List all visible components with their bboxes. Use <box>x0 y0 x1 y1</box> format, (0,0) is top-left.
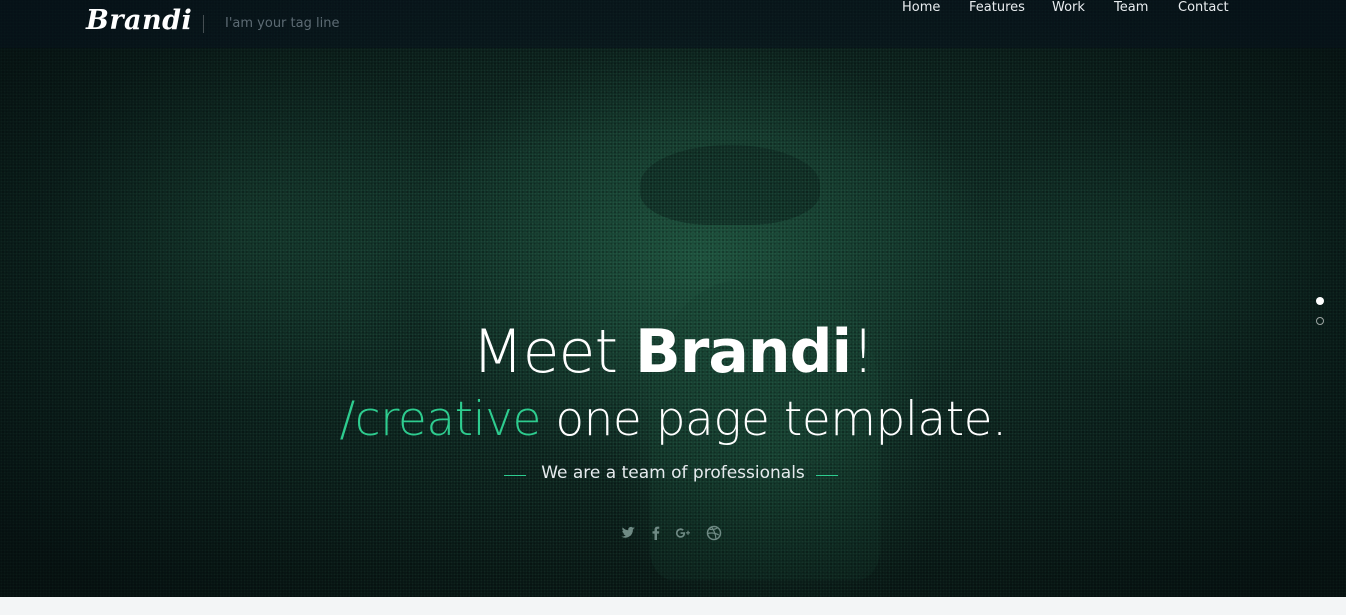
subhead-accent: /creative <box>339 392 541 447</box>
facebook-icon[interactable] <box>647 524 665 542</box>
hero-headline: Meet Brandi! <box>0 314 1346 390</box>
nav-features[interactable]: Features <box>969 0 1025 15</box>
logo-divider <box>203 15 204 33</box>
nav-work[interactable]: Work <box>1052 0 1085 15</box>
top-navbar: Brandi I'am your tag line Home Features … <box>0 0 1346 48</box>
right-accent-dash <box>816 475 838 476</box>
hero-section: Brandi I'am your tag line Home Features … <box>0 0 1346 597</box>
nav-team[interactable]: Team <box>1114 0 1148 15</box>
hero-subheadline: /creative one page template. <box>0 390 1346 450</box>
slide-dot-2[interactable] <box>1316 317 1324 325</box>
dribbble-icon[interactable] <box>705 524 723 542</box>
google-plus-icon[interactable] <box>674 524 692 542</box>
background-vignette <box>0 0 1346 597</box>
tagline: I'am your tag line <box>225 16 340 31</box>
brand-logo[interactable]: Brandi <box>86 5 192 36</box>
headline-suffix: ! <box>851 317 875 387</box>
social-links <box>0 524 1346 544</box>
subhead-rest: one page template. <box>540 392 1007 447</box>
nav-contact[interactable]: Contact <box>1178 0 1229 15</box>
team-tagline: We are a team of professionals <box>541 463 805 483</box>
headline-prefix: Meet <box>471 317 636 387</box>
nav-home[interactable]: Home <box>902 0 940 15</box>
next-section-edge <box>0 597 1346 615</box>
headline-brand: Brandi <box>635 317 852 387</box>
slide-dot-1[interactable] <box>1316 297 1324 305</box>
twitter-icon[interactable] <box>619 524 637 542</box>
slide-pagination <box>1316 297 1326 329</box>
